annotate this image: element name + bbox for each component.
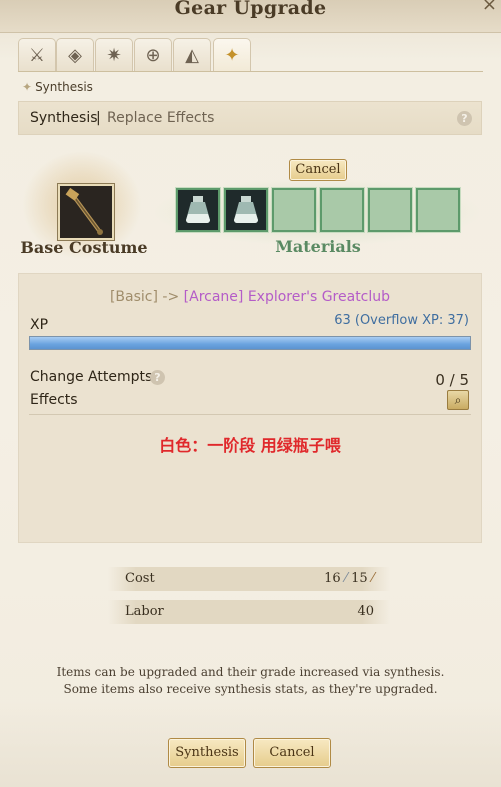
labor-row: Labor 40: [108, 600, 390, 624]
snowflake-icon: ✷: [106, 44, 122, 66]
search-icon[interactable]: ⌕: [447, 390, 469, 410]
info-line-2: Some items also receive synthesis stats,…: [63, 682, 438, 696]
material-slot-3[interactable]: [272, 188, 316, 232]
base-costume-slot[interactable]: [58, 184, 114, 240]
material-slot-2[interactable]: [224, 188, 268, 232]
info-line-1: Items can be upgraded and their grade in…: [56, 665, 445, 679]
cancel-button[interactable]: Cancel: [253, 738, 331, 768]
potion-icon: [234, 196, 258, 223]
synthesis-button[interactable]: Synthesis: [168, 738, 246, 768]
xp-bar: [29, 336, 471, 350]
effects-note: 白色：一阶段 用绿瓶子喂: [159, 436, 341, 455]
xp-label: XP: [30, 317, 49, 333]
costume-plus-icon: ⊕: [145, 44, 161, 66]
sword-upgrade-icon: ✦: [224, 44, 240, 66]
potion-icon: [186, 196, 210, 223]
effects-label: Effects: [30, 392, 78, 408]
greatclub-icon: [65, 187, 103, 235]
tab-sword-upgrade[interactable]: ✦: [213, 38, 251, 71]
title-bar: Gear Upgrade ×: [0, 0, 501, 33]
material-slot-6[interactable]: [416, 188, 460, 232]
change-attempts-help-icon[interactable]: ?: [150, 370, 165, 385]
subtab-separator: |: [96, 110, 101, 126]
crossed-swords-icon: ⚔: [28, 44, 46, 66]
help-icon[interactable]: ?: [457, 111, 472, 126]
upgrade-details-panel: [Basic] -> [Arcane] Explorer's Greatclub…: [18, 273, 482, 543]
sail-icon: ◭: [185, 44, 199, 66]
xp-value: 63 (Overflow XP: 37): [334, 313, 469, 328]
breadcrumb-label: Synthesis: [35, 80, 93, 94]
cost-value: 16 ⁄ 15 ⁄: [324, 571, 374, 586]
cost-value-1: 16: [324, 571, 341, 586]
labor-label: Labor: [125, 604, 164, 619]
change-attempts-label: Change Attempts: [30, 369, 153, 385]
tab-crossed-swords[interactable]: ⚔: [18, 38, 56, 71]
gear-upgrade-window: Gear Upgrade × ⚔ ◈ ✷ ⊕ ◭ ✦ ✦ Synthesis Sy…: [0, 0, 501, 787]
target-item: [Arcane] Explorer's Greatclub: [183, 289, 391, 305]
tab-divider: [18, 71, 483, 72]
labor-value: 40: [357, 604, 374, 619]
subtab-bar: Synthesis | Replace Effects ?: [18, 101, 482, 135]
tab-costume-plus[interactable]: ⊕: [134, 38, 172, 71]
material-slot-1[interactable]: [176, 188, 220, 232]
cost-value-2: 15: [351, 571, 368, 586]
xp-bar-fill: [30, 337, 470, 349]
tab-snowflake[interactable]: ✷: [95, 38, 133, 71]
compass-icon: ◈: [68, 44, 82, 66]
breadcrumb: ✦ Synthesis: [22, 80, 93, 94]
material-slot-5[interactable]: [368, 188, 412, 232]
tab-synthesis[interactable]: Synthesis: [30, 110, 98, 126]
window-title: Gear Upgrade: [174, 0, 327, 19]
upgrade-path: [Basic] -> [Arcane] Explorer's Greatclub: [19, 289, 481, 305]
materials-label: Materials: [275, 237, 361, 256]
effects-divider: [29, 414, 471, 415]
upgrade-arrow: ->: [162, 289, 180, 305]
base-costume-label: Base Costume: [20, 238, 148, 257]
from-grade: [Basic]: [109, 289, 158, 305]
diamond-icon: ✦: [22, 80, 33, 94]
tab-replace-effects[interactable]: Replace Effects: [107, 110, 214, 126]
tab-sail[interactable]: ◭: [173, 38, 211, 71]
feather-icon: ⁄: [371, 571, 374, 586]
feather-icon: ⁄: [344, 571, 347, 586]
cost-row: Cost 16 ⁄ 15 ⁄: [108, 567, 390, 591]
close-icon[interactable]: ×: [482, 0, 497, 15]
change-attempts-value: 0 / 5: [435, 371, 469, 389]
footer-background: [0, 700, 501, 787]
cost-label: Cost: [125, 571, 155, 586]
tab-compass[interactable]: ◈: [56, 38, 94, 71]
material-slot-4[interactable]: [320, 188, 364, 232]
